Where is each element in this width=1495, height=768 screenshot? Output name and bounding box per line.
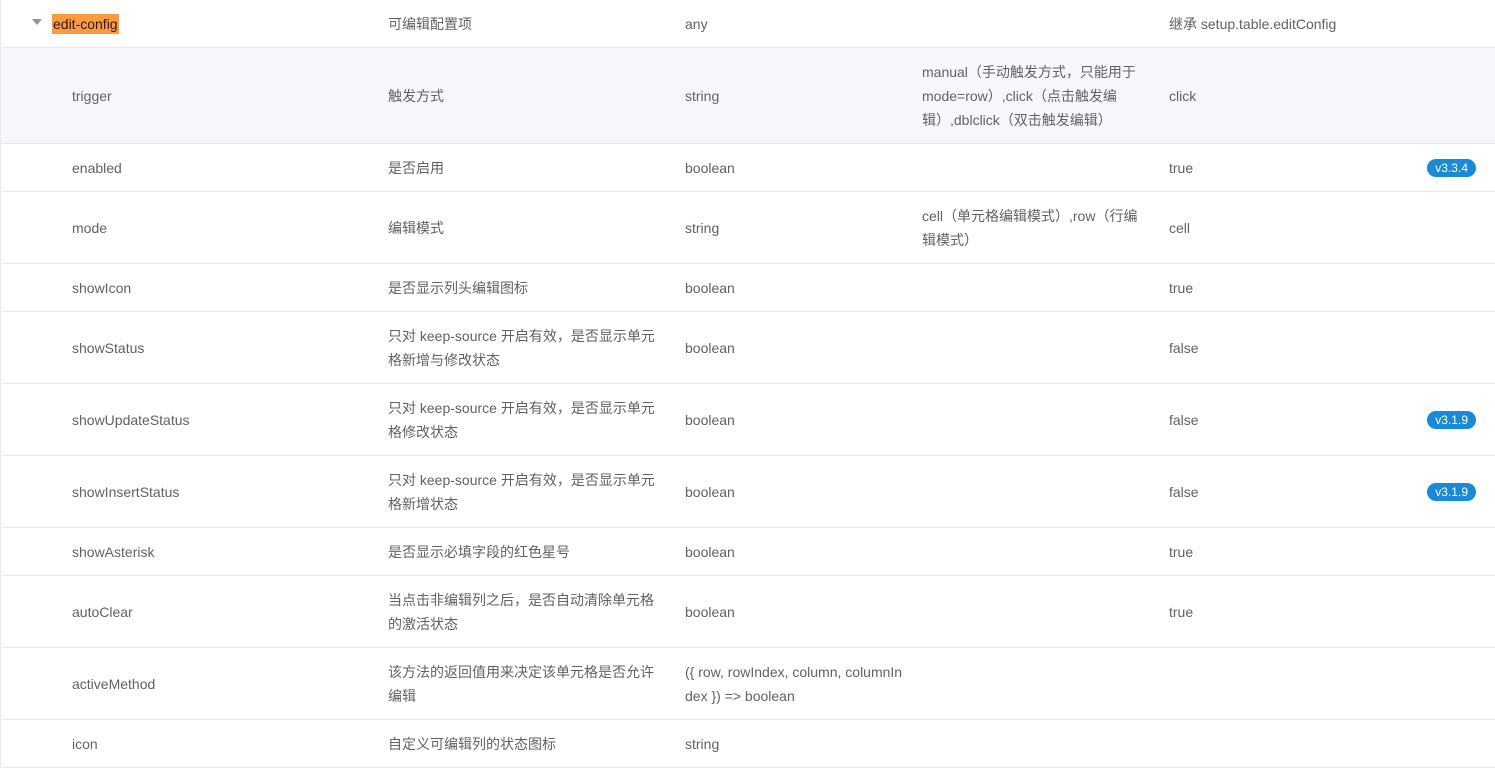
param-type: string bbox=[685, 219, 720, 236]
param-type: any bbox=[685, 15, 708, 32]
param-description: 可编辑配置项 bbox=[388, 15, 472, 32]
param-description: 触发方式 bbox=[388, 87, 444, 104]
param-description: 只对 keep-source 开启有效，是否显示单元格新增与修改状态 bbox=[388, 327, 655, 368]
param-name: activeMethod bbox=[72, 675, 156, 692]
param-name: showIcon bbox=[72, 279, 132, 296]
param-name: mode bbox=[72, 219, 108, 236]
param-description: 自定义可编辑列的状态图标 bbox=[388, 735, 556, 752]
param-name: trigger bbox=[72, 87, 112, 104]
table-row[interactable]: showAsterisk 是否显示必填字段的红色星号 boolean true bbox=[1, 528, 1495, 576]
table-row[interactable]: trigger 触发方式 string manual（手动触发方式，只能用于mo… bbox=[1, 48, 1495, 144]
param-default: 继承 setup.table.editConfig bbox=[1169, 15, 1337, 32]
param-description: 该方法的返回值用来决定该单元格是否允许编辑 bbox=[388, 663, 654, 704]
table-row[interactable]: edit-config 可编辑配置项 any 继承 setup.table.ed… bbox=[1, 0, 1495, 48]
param-values bbox=[922, 576, 1144, 647]
param-type: boolean bbox=[685, 339, 735, 356]
param-type: ({ row, rowIndex, column, columnIndex })… bbox=[685, 663, 903, 704]
table-row[interactable]: showUpdateStatus 只对 keep-source 开启有效，是否显… bbox=[1, 384, 1495, 456]
param-type: boolean bbox=[685, 411, 735, 428]
param-name: showAsterisk bbox=[72, 543, 155, 560]
param-name: showInsertStatus bbox=[72, 483, 180, 500]
param-version: v3.1.9 bbox=[1421, 384, 1476, 455]
table-row[interactable]: enabled 是否启用 boolean true v3.3.4 bbox=[1, 144, 1495, 192]
param-type: boolean bbox=[685, 483, 735, 500]
param-default: false bbox=[1169, 483, 1199, 500]
table-row[interactable]: showStatus 只对 keep-source 开启有效，是否显示单元格新增… bbox=[1, 312, 1495, 384]
param-values bbox=[922, 528, 1144, 575]
param-name: showStatus bbox=[72, 339, 145, 356]
param-type: boolean bbox=[685, 279, 735, 296]
param-type: boolean bbox=[685, 159, 735, 176]
param-name: enabled bbox=[72, 159, 122, 176]
param-description: 只对 keep-source 开启有效，是否显示单元格修改状态 bbox=[388, 399, 655, 440]
param-description: 只对 keep-source 开启有效，是否显示单元格新增状态 bbox=[388, 471, 655, 512]
param-default: true bbox=[1169, 159, 1194, 176]
table-row[interactable]: icon 自定义可编辑列的状态图标 string bbox=[1, 720, 1495, 768]
param-values: cell（单元格编辑模式）,row（行编辑模式） bbox=[922, 207, 1138, 248]
param-values bbox=[922, 144, 1144, 191]
caret-down-icon[interactable] bbox=[32, 19, 42, 25]
param-description: 是否显示必填字段的红色星号 bbox=[388, 543, 570, 560]
param-description: 编辑模式 bbox=[388, 219, 444, 236]
param-values bbox=[922, 0, 1144, 47]
api-table: edit-config 可编辑配置项 any 继承 setup.table.ed… bbox=[0, 0, 1495, 768]
param-values bbox=[922, 720, 1144, 767]
version-badge: v3.1.9 bbox=[1427, 410, 1476, 429]
param-default bbox=[1169, 648, 1409, 719]
param-values bbox=[922, 264, 1144, 311]
version-badge: v3.1.9 bbox=[1427, 482, 1476, 501]
table-row[interactable]: showIcon 是否显示列头编辑图标 boolean true bbox=[1, 264, 1495, 312]
param-name: showUpdateStatus bbox=[72, 411, 190, 428]
table-row[interactable]: autoClear 当点击非编辑列之后，是否自动清除单元格的激活状态 boole… bbox=[1, 576, 1495, 648]
param-name: autoClear bbox=[72, 603, 133, 620]
param-type: string bbox=[685, 735, 720, 752]
search-highlight: edit-config bbox=[52, 13, 119, 34]
param-values bbox=[922, 312, 1144, 383]
param-default: click bbox=[1169, 87, 1197, 104]
param-default bbox=[1169, 720, 1409, 767]
param-type: string bbox=[685, 87, 720, 104]
param-type: boolean bbox=[685, 543, 735, 560]
param-description: 是否启用 bbox=[388, 159, 444, 176]
param-default: cell bbox=[1169, 219, 1191, 236]
param-default: false bbox=[1169, 339, 1199, 356]
param-values bbox=[922, 648, 1144, 719]
param-type: boolean bbox=[685, 603, 735, 620]
param-default: false bbox=[1169, 411, 1199, 428]
param-values: manual（手动触发方式，只能用于mode=row）,click（点击触发编辑… bbox=[922, 63, 1136, 128]
table-row[interactable]: showInsertStatus 只对 keep-source 开启有效，是否显… bbox=[1, 456, 1495, 528]
version-badge: v3.3.4 bbox=[1427, 158, 1476, 177]
table-row[interactable]: activeMethod 该方法的返回值用来决定该单元格是否允许编辑 ({ ro… bbox=[1, 648, 1495, 720]
param-values bbox=[922, 456, 1144, 527]
param-values bbox=[922, 384, 1144, 455]
param-default: true bbox=[1169, 279, 1194, 296]
param-description: 是否显示列头编辑图标 bbox=[388, 279, 528, 296]
param-version: v3.1.9 bbox=[1421, 456, 1476, 527]
param-default: true bbox=[1169, 543, 1194, 560]
table-row[interactable]: mode 编辑模式 string cell（单元格编辑模式）,row（行编辑模式… bbox=[1, 192, 1495, 264]
param-name: icon bbox=[72, 735, 98, 752]
param-version: v3.3.4 bbox=[1421, 144, 1476, 191]
param-name: edit-config bbox=[52, 0, 352, 47]
param-default: true bbox=[1169, 603, 1194, 620]
param-description: 当点击非编辑列之后，是否自动清除单元格的激活状态 bbox=[388, 591, 654, 632]
